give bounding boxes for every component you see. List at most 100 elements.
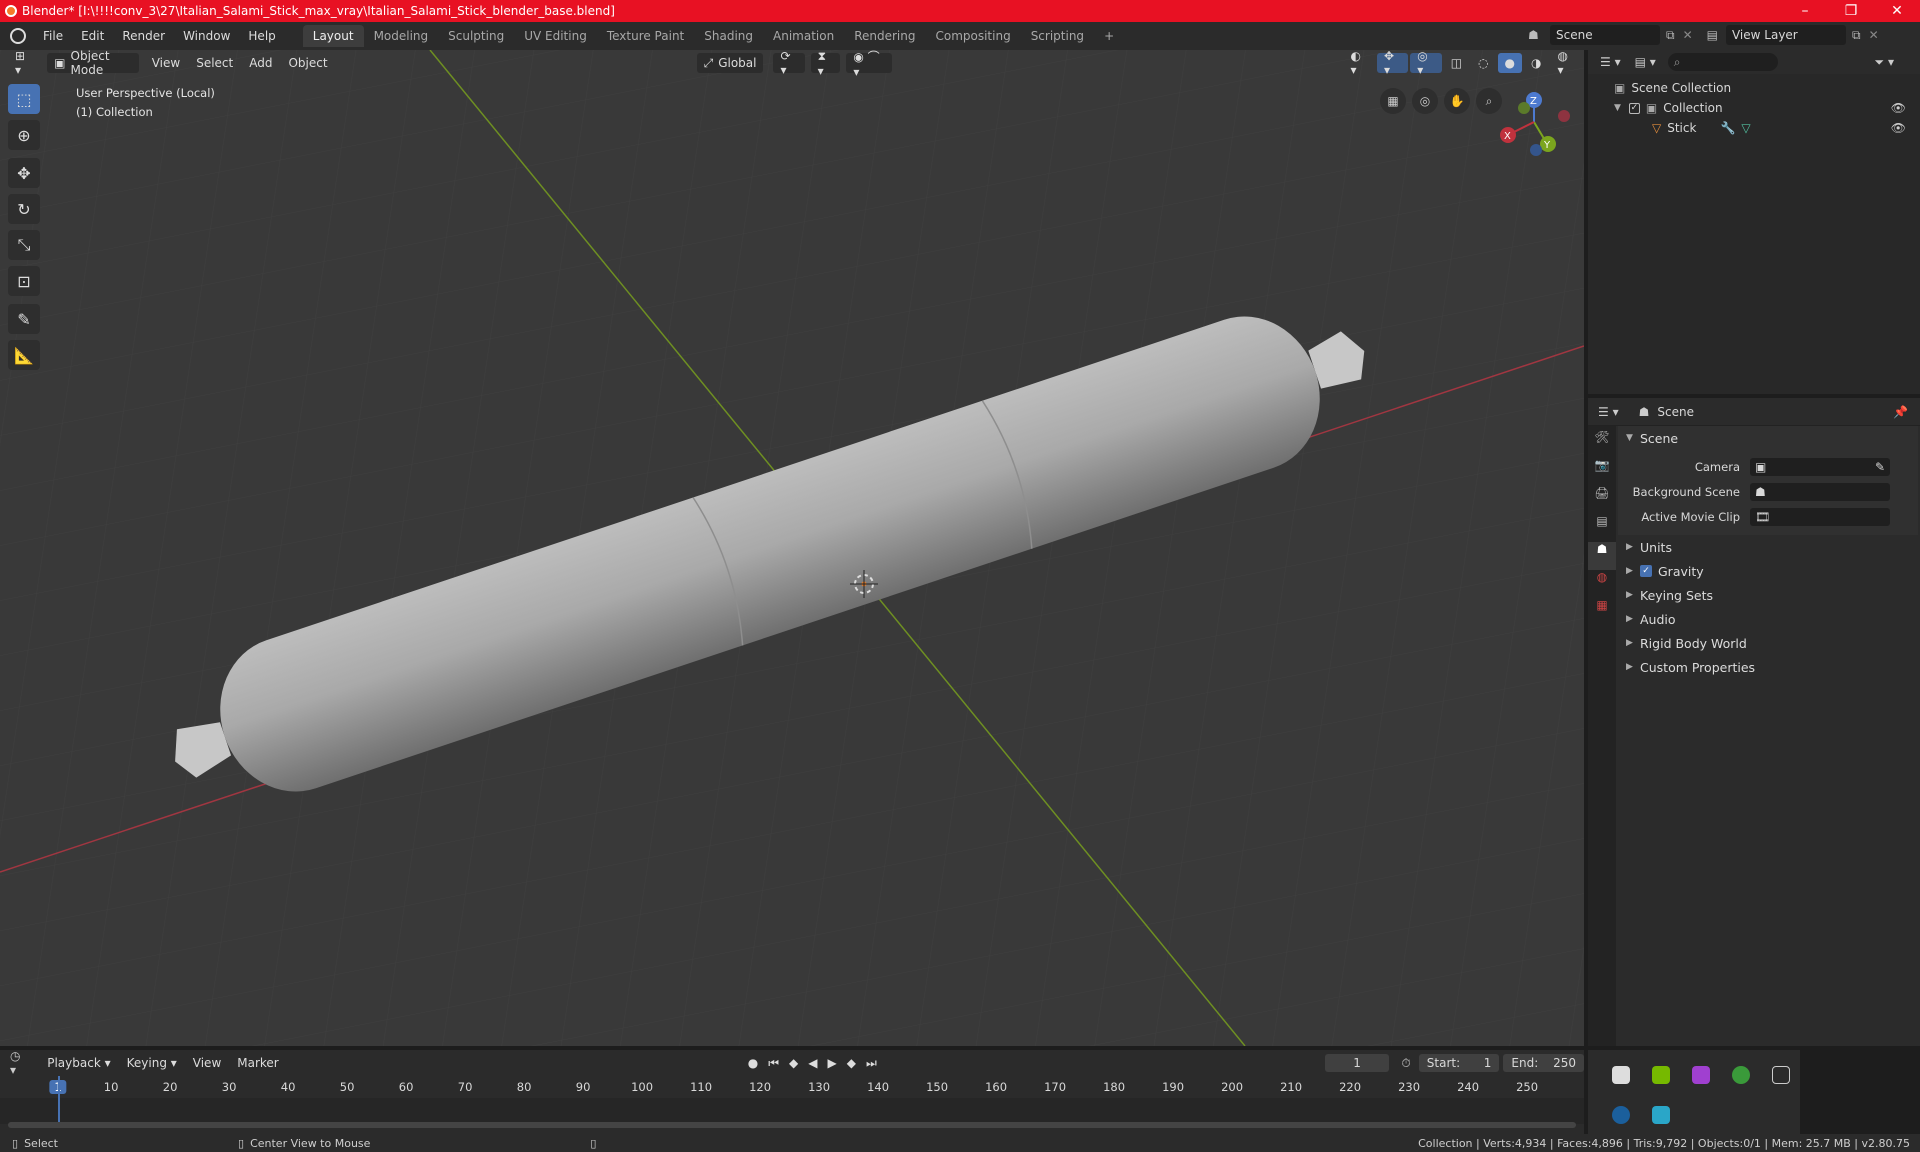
remove-scene-icon[interactable]: ✕	[1683, 28, 1693, 42]
tab-animation[interactable]: Animation	[763, 25, 844, 47]
mode-selector[interactable]: ▣ Object Mode	[47, 49, 139, 77]
visibility-eye-icon[interactable]: 👁	[1891, 121, 1906, 135]
visibility-icon[interactable]: ◐ ▾	[1344, 49, 1376, 77]
timeline-track-area[interactable]	[0, 1076, 1584, 1124]
gizmo-toggle-icon[interactable]: ✥ ▾	[1377, 49, 1409, 77]
world-tab-icon[interactable]: ◍	[1588, 570, 1616, 598]
record-icon[interactable]: ●	[748, 1056, 758, 1071]
next-keyframe-icon[interactable]: ◆	[847, 1056, 856, 1071]
security-check-icon[interactable]	[1732, 1066, 1750, 1084]
playback-menu[interactable]: Playback ▾	[40, 1053, 117, 1073]
new-scene-icon[interactable]: ⧉	[1666, 28, 1675, 43]
scale-tool-icon[interactable]: ⤡	[8, 230, 40, 260]
outliner-scene-collection[interactable]: ▣ Scene Collection	[1588, 78, 1920, 98]
timeline-scrollbar[interactable]	[8, 1122, 1576, 1128]
output-tab-icon[interactable]: 🖨	[1588, 486, 1616, 514]
new-view-layer-icon[interactable]: ⧉	[1852, 28, 1861, 43]
stopwatch-icon[interactable]: ⏱	[1401, 1056, 1410, 1071]
tab-layout[interactable]: Layout	[302, 25, 364, 47]
visibility-eye-icon[interactable]: 👁	[1891, 101, 1906, 115]
audio-panel-header[interactable]: ▶ Audio	[1618, 607, 1918, 631]
menu-edit[interactable]: Edit	[72, 29, 113, 43]
3d-viewport[interactable]	[0, 50, 1584, 1046]
measure-tool-icon[interactable]: 📐	[8, 340, 40, 370]
object-menu[interactable]: Object	[281, 53, 334, 73]
camera-field[interactable]: ▣ ✎	[1750, 457, 1890, 476]
modifier-wrench-icon[interactable]: 🔧	[1720, 121, 1735, 135]
playhead[interactable]	[58, 1076, 60, 1124]
add-menu[interactable]: Add	[242, 53, 279, 73]
gravity-panel-header[interactable]: ▶ ✓ Gravity	[1618, 559, 1918, 583]
move-tool-icon[interactable]: ✥	[8, 158, 40, 188]
solid-shading-icon[interactable]: ●	[1497, 53, 1523, 73]
outliner-object-row[interactable]: ▽ Stick 🔧 ▽ 👁	[1588, 118, 1920, 138]
app-tray-icon[interactable]	[1692, 1066, 1710, 1084]
window-icon[interactable]	[1772, 1066, 1790, 1084]
custom-properties-panel-header[interactable]: ▶ Custom Properties	[1618, 655, 1918, 679]
rendered-shading-icon[interactable]: ◍ ▾	[1551, 49, 1583, 77]
keying-menu[interactable]: Keying ▾	[120, 1053, 184, 1073]
gravity-checkbox[interactable]: ✓	[1640, 565, 1652, 577]
select-menu[interactable]: Select	[189, 53, 240, 73]
rotate-tool-icon[interactable]: ↻	[8, 194, 40, 224]
scene-panel-header[interactable]: ▼ Scene	[1618, 426, 1918, 450]
background-scene-field[interactable]: ☗	[1750, 482, 1890, 501]
expand-arrow-icon[interactable]: ▼	[1614, 103, 1621, 113]
orientation-gizmo[interactable]: Z Y X	[1494, 90, 1574, 160]
outliner-collection-row[interactable]: ▼ ✓ ▣ Collection 👁	[1588, 98, 1920, 118]
texture-tab-icon[interactable]: ▦	[1588, 598, 1616, 626]
filter-icon[interactable]: ⏷ ▾	[1875, 55, 1894, 70]
outliner-editor-type-icon[interactable]: ☰ ▾	[1600, 55, 1621, 69]
steam-icon[interactable]	[1612, 1106, 1630, 1124]
editor-type-icon[interactable]: ⊞ ▾	[8, 49, 39, 77]
tool-tab-icon[interactable]: 🛠	[1588, 430, 1616, 458]
eyedropper-icon[interactable]: ✎	[1875, 460, 1885, 474]
material-shading-icon[interactable]: ◑	[1524, 53, 1548, 73]
blender-menu-icon[interactable]	[10, 28, 26, 44]
jump-start-icon[interactable]: ⏮	[768, 1056, 779, 1071]
nvidia-icon[interactable]	[1652, 1066, 1670, 1084]
close-button[interactable]: ✕	[1874, 0, 1920, 22]
play-reverse-icon[interactable]: ◀	[808, 1056, 817, 1071]
outliner-search-input[interactable]: ⌕	[1667, 53, 1778, 71]
maximize-button[interactable]: ❐	[1828, 0, 1874, 22]
transform-tool-icon[interactable]: ⊡	[8, 266, 40, 296]
wireframe-shading-icon[interactable]: ◌	[1471, 53, 1495, 73]
snap-icon[interactable]: ⧗ ▾	[810, 49, 841, 78]
proportional-edit-icon[interactable]: ◉ ⌒ ▾	[846, 50, 892, 79]
end-frame-field[interactable]: End: 250	[1503, 1054, 1584, 1072]
timeline-view-menu[interactable]: View	[186, 1053, 228, 1073]
tab-scripting[interactable]: Scripting	[1021, 25, 1094, 47]
render-tab-icon[interactable]: 📷	[1588, 458, 1616, 486]
select-box-tool-icon[interactable]: ⬚	[8, 84, 40, 114]
display-mode-icon[interactable]: ▤ ▾	[1635, 55, 1656, 69]
frame-ruler[interactable]: 1102030405060708090100110120130140150160…	[0, 1078, 1584, 1098]
mesh-data-icon[interactable]: ▽	[1741, 121, 1750, 135]
tab-texture-paint[interactable]: Texture Paint	[597, 25, 694, 47]
view-layer-tab-icon[interactable]: ▤	[1588, 514, 1616, 542]
menu-window[interactable]: Window	[174, 29, 239, 43]
current-frame-field[interactable]: 1	[1324, 1054, 1390, 1072]
menu-file[interactable]: File	[34, 29, 72, 43]
pivot-point-icon[interactable]: ⟳ ▾	[773, 49, 805, 77]
pan-hand-icon[interactable]: ✋	[1444, 88, 1470, 114]
rigid-body-world-panel-header[interactable]: ▶ Rigid Body World	[1618, 631, 1918, 655]
remove-view-layer-icon[interactable]: ✕	[1869, 28, 1879, 42]
xray-toggle-icon[interactable]: ◫	[1444, 53, 1469, 73]
start-frame-field[interactable]: Start: 1	[1418, 1054, 1500, 1072]
units-panel-header[interactable]: ▶ Units	[1618, 535, 1918, 559]
pin-icon[interactable]: 📌	[1893, 405, 1908, 419]
storage-icon[interactable]	[1652, 1106, 1670, 1124]
view-layer-selector[interactable]: View Layer	[1725, 25, 1846, 45]
overlays-toggle-icon[interactable]: ◎ ▾	[1410, 49, 1442, 77]
view-menu[interactable]: View	[145, 53, 187, 73]
minimize-button[interactable]: –	[1782, 0, 1828, 22]
tab-uv-editing[interactable]: UV Editing	[514, 25, 597, 47]
marker-menu[interactable]: Marker	[230, 1053, 285, 1073]
add-workspace-button[interactable]: +	[1094, 25, 1124, 47]
cursor-tool-icon[interactable]: ⊕	[8, 120, 40, 150]
tab-sculpting[interactable]: Sculpting	[438, 25, 514, 47]
jump-end-icon[interactable]: ⏭	[866, 1056, 877, 1071]
tab-modeling[interactable]: Modeling	[364, 25, 439, 47]
toggle-grid-icon[interactable]: ▦	[1380, 88, 1406, 114]
